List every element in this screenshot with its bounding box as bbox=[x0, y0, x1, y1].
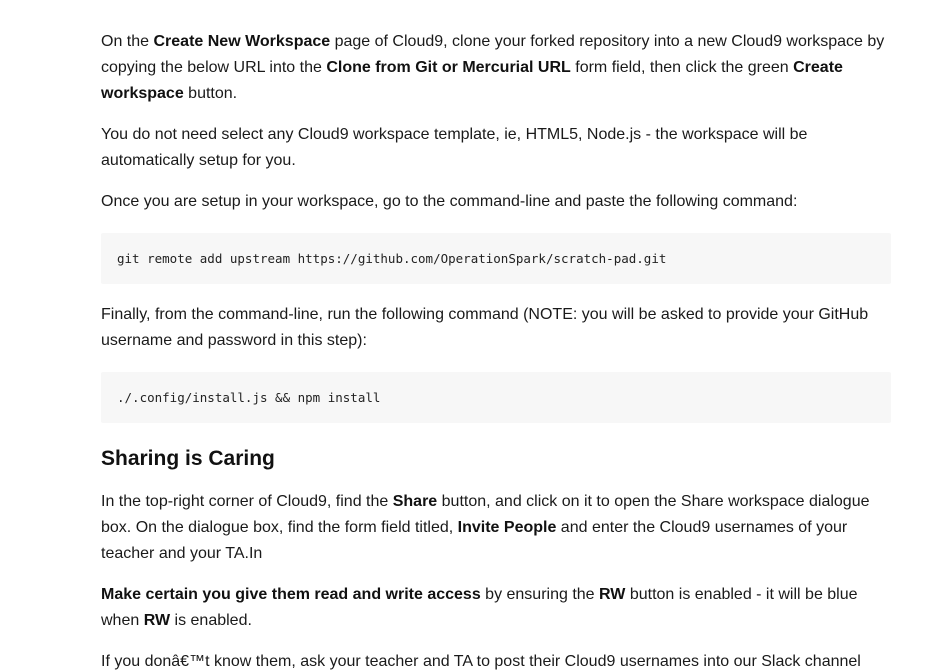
paragraph-rw-access: Make certain you give them read and writ… bbox=[101, 582, 891, 634]
code-block-remote-add[interactable]: git remote add upstream https://github.c… bbox=[101, 233, 891, 284]
text: In the top-right corner of Cloud9, find … bbox=[101, 493, 393, 510]
bold-text: Create New Workspace bbox=[153, 33, 331, 50]
bold-text: Share bbox=[392, 493, 438, 510]
text: is enabled. bbox=[170, 612, 252, 629]
section-heading: Sharing is Caring bbox=[101, 447, 275, 470]
paragraph-create-workspace: On the Create New Workspace page of Clou… bbox=[101, 29, 891, 107]
paragraph-share-button: In the top-right corner of Cloud9, find … bbox=[101, 489, 891, 567]
paragraph-usernames: If you donâ€™t know them, ask your teach… bbox=[101, 653, 861, 670]
text: button. bbox=[183, 85, 238, 102]
bold-text: RW bbox=[143, 612, 171, 629]
bold-text: RW bbox=[599, 586, 626, 603]
text: form field, then click the green bbox=[570, 59, 794, 76]
bold-text: Invite People bbox=[457, 519, 557, 536]
bold-text: Clone from Git or Mercurial URL bbox=[326, 59, 571, 76]
text: On the bbox=[101, 33, 154, 50]
code-block-install[interactable]: ./.config/install.js && npm install bbox=[101, 372, 891, 423]
document-page: On the Create New Workspace page of Clou… bbox=[0, 0, 947, 670]
paragraph-template-note: You do not need select any Cloud9 worksp… bbox=[101, 126, 808, 169]
text: by ensuring the bbox=[480, 586, 600, 603]
bold-text: Make certain you give them read and writ… bbox=[101, 586, 481, 603]
paragraph-install-note: Finally, from the command-line, run the … bbox=[101, 306, 869, 349]
paragraph-paste-command: Once you are setup in your workspace, go… bbox=[101, 193, 798, 210]
document-content: On the Create New Workspace page of Clou… bbox=[101, 29, 891, 670]
